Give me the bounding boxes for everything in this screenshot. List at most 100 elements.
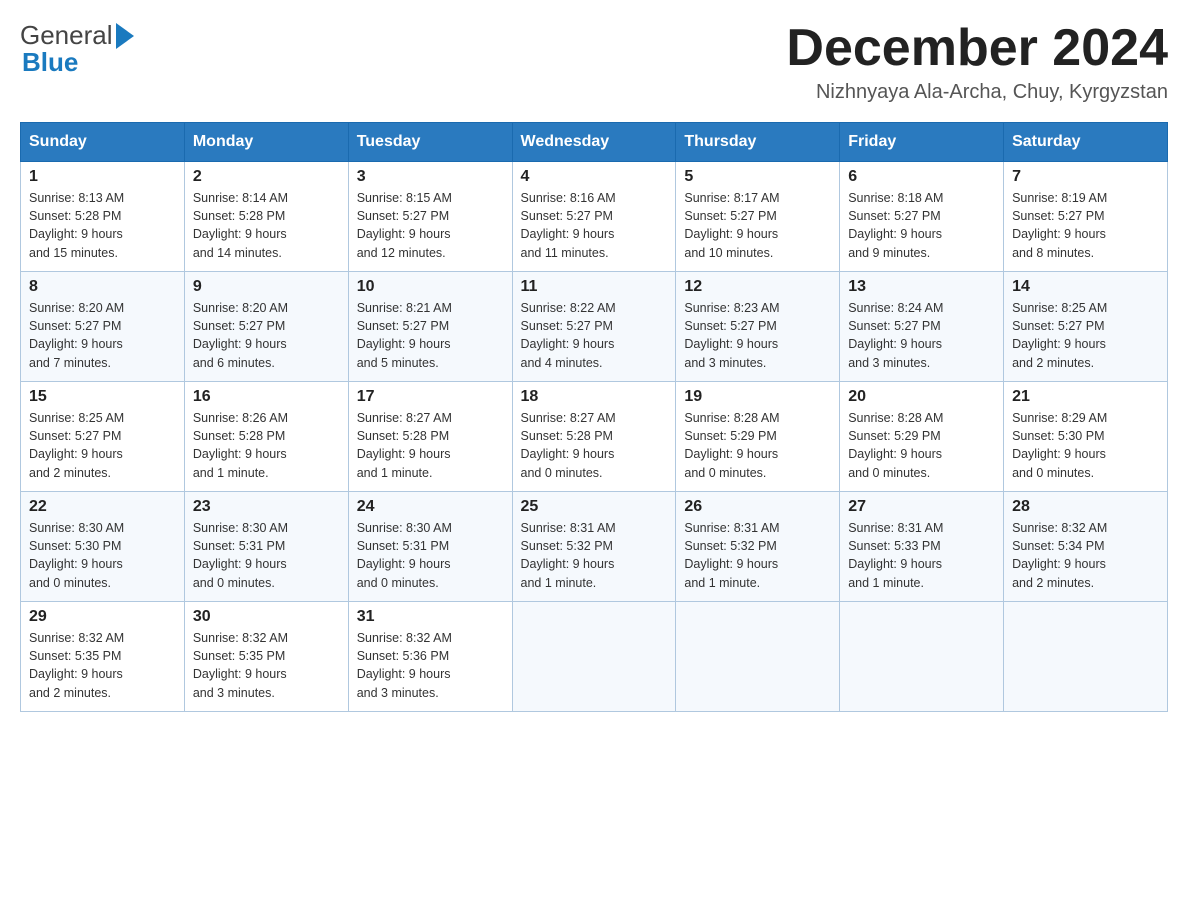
day-info: Sunrise: 8:31 AMSunset: 5:33 PMDaylight:… xyxy=(848,519,995,592)
calendar-cell xyxy=(1004,602,1168,712)
calendar-cell: 11 Sunrise: 8:22 AMSunset: 5:27 PMDayligh… xyxy=(512,272,676,382)
day-number: 14 xyxy=(1012,278,1159,296)
day-info: Sunrise: 8:15 AMSunset: 5:27 PMDaylight:… xyxy=(357,189,504,262)
day-info: Sunrise: 8:31 AMSunset: 5:32 PMDaylight:… xyxy=(684,519,831,592)
day-number: 25 xyxy=(521,498,668,516)
day-number: 5 xyxy=(684,168,831,186)
logo-blue-text: Blue xyxy=(22,47,78,78)
calendar-week-row: 15 Sunrise: 8:25 AMSunset: 5:27 PMDayligh… xyxy=(21,382,1168,492)
calendar-cell: 4 Sunrise: 8:16 AMSunset: 5:27 PMDaylight… xyxy=(512,162,676,272)
day-info: Sunrise: 8:21 AMSunset: 5:27 PMDaylight:… xyxy=(357,299,504,372)
calendar-cell: 28 Sunrise: 8:32 AMSunset: 5:34 PMDayligh… xyxy=(1004,492,1168,602)
calendar-cell: 22Sunrise: 8:30 AMSunset: 5:30 PMDayligh… xyxy=(21,492,185,602)
calendar-cell: 14 Sunrise: 8:25 AMSunset: 5:27 PMDayligh… xyxy=(1004,272,1168,382)
day-number: 6 xyxy=(848,168,995,186)
day-number: 28 xyxy=(1012,498,1159,516)
calendar-week-row: 1 Sunrise: 8:13 AMSunset: 5:28 PMDaylight… xyxy=(21,162,1168,272)
day-number: 21 xyxy=(1012,388,1159,406)
day-info: Sunrise: 8:14 AMSunset: 5:28 PMDaylight:… xyxy=(193,189,340,262)
day-info: Sunrise: 8:16 AMSunset: 5:27 PMDaylight:… xyxy=(521,189,668,262)
header-friday: Friday xyxy=(840,123,1004,162)
calendar-cell: 6 Sunrise: 8:18 AMSunset: 5:27 PMDaylight… xyxy=(840,162,1004,272)
day-info: Sunrise: 8:26 AMSunset: 5:28 PMDaylight:… xyxy=(193,409,340,482)
day-info: Sunrise: 8:28 AMSunset: 5:29 PMDaylight:… xyxy=(684,409,831,482)
day-info: Sunrise: 8:28 AMSunset: 5:29 PMDaylight:… xyxy=(848,409,995,482)
day-number: 26 xyxy=(684,498,831,516)
day-number: 7 xyxy=(1012,168,1159,186)
day-number: 24 xyxy=(357,498,504,516)
day-info: Sunrise: 8:25 AMSunset: 5:27 PMDaylight:… xyxy=(29,409,176,482)
calendar-cell: 7 Sunrise: 8:19 AMSunset: 5:27 PMDaylight… xyxy=(1004,162,1168,272)
day-number: 13 xyxy=(848,278,995,296)
calendar-cell: 8 Sunrise: 8:20 AMSunset: 5:27 PMDaylight… xyxy=(21,272,185,382)
calendar-week-row: 29 Sunrise: 8:32 AMSunset: 5:35 PMDayligh… xyxy=(21,602,1168,712)
calendar-cell: 31 Sunrise: 8:32 AMSunset: 5:36 PMDayligh… xyxy=(348,602,512,712)
day-info: Sunrise: 8:25 AMSunset: 5:27 PMDaylight:… xyxy=(1012,299,1159,372)
calendar-cell xyxy=(676,602,840,712)
day-number: 11 xyxy=(521,278,668,296)
day-info: Sunrise: 8:17 AMSunset: 5:27 PMDaylight:… xyxy=(684,189,831,262)
header-sunday: Sunday xyxy=(21,123,185,162)
calendar-cell: 15 Sunrise: 8:25 AMSunset: 5:27 PMDayligh… xyxy=(21,382,185,492)
calendar-cell: 2 Sunrise: 8:14 AMSunset: 5:28 PMDaylight… xyxy=(184,162,348,272)
day-info: Sunrise: 8:29 AMSunset: 5:30 PMDaylight:… xyxy=(1012,409,1159,482)
day-number: 15 xyxy=(29,388,176,406)
day-number: 3 xyxy=(357,168,504,186)
header-tuesday: Tuesday xyxy=(348,123,512,162)
calendar-cell: 5 Sunrise: 8:17 AMSunset: 5:27 PMDaylight… xyxy=(676,162,840,272)
day-number: 20 xyxy=(848,388,995,406)
day-info: Sunrise: 8:30 AMSunset: 5:30 PMDaylight:… xyxy=(29,519,176,592)
calendar-cell: 10 Sunrise: 8:21 AMSunset: 5:27 PMDayligh… xyxy=(348,272,512,382)
day-number: 12 xyxy=(684,278,831,296)
day-info: Sunrise: 8:22 AMSunset: 5:27 PMDaylight:… xyxy=(521,299,668,372)
day-number: 29 xyxy=(29,608,176,626)
location-text: Nizhnyaya Ala-Archa, Chuy, Kyrgyzstan xyxy=(786,81,1168,104)
day-info: Sunrise: 8:23 AMSunset: 5:27 PMDaylight:… xyxy=(684,299,831,372)
day-number: 16 xyxy=(193,388,340,406)
calendar-cell: 19 Sunrise: 8:28 AMSunset: 5:29 PMDayligh… xyxy=(676,382,840,492)
calendar-cell xyxy=(840,602,1004,712)
day-number: 8 xyxy=(29,278,176,296)
day-info: Sunrise: 8:32 AMSunset: 5:35 PMDaylight:… xyxy=(193,629,340,702)
calendar-cell: 16 Sunrise: 8:26 AMSunset: 5:28 PMDayligh… xyxy=(184,382,348,492)
header-thursday: Thursday xyxy=(676,123,840,162)
day-info: Sunrise: 8:18 AMSunset: 5:27 PMDaylight:… xyxy=(848,189,995,262)
calendar-cell: 1 Sunrise: 8:13 AMSunset: 5:28 PMDaylight… xyxy=(21,162,185,272)
day-info: Sunrise: 8:19 AMSunset: 5:27 PMDaylight:… xyxy=(1012,189,1159,262)
day-info: Sunrise: 8:30 AMSunset: 5:31 PMDaylight:… xyxy=(193,519,340,592)
day-number: 4 xyxy=(521,168,668,186)
day-number: 2 xyxy=(193,168,340,186)
day-info: Sunrise: 8:13 AMSunset: 5:28 PMDaylight:… xyxy=(29,189,176,262)
header-saturday: Saturday xyxy=(1004,123,1168,162)
day-number: 31 xyxy=(357,608,504,626)
day-info: Sunrise: 8:20 AMSunset: 5:27 PMDaylight:… xyxy=(29,299,176,372)
day-number: 19 xyxy=(684,388,831,406)
calendar-cell: 3 Sunrise: 8:15 AMSunset: 5:27 PMDaylight… xyxy=(348,162,512,272)
title-area: December 2024 Nizhnyaya Ala-Archa, Chuy,… xyxy=(786,20,1168,104)
day-info: Sunrise: 8:20 AMSunset: 5:27 PMDaylight:… xyxy=(193,299,340,372)
day-number: 1 xyxy=(29,168,176,186)
day-info: Sunrise: 8:31 AMSunset: 5:32 PMDaylight:… xyxy=(521,519,668,592)
day-number: 18 xyxy=(521,388,668,406)
day-number: 27 xyxy=(848,498,995,516)
day-info: Sunrise: 8:32 AMSunset: 5:34 PMDaylight:… xyxy=(1012,519,1159,592)
day-number: 30 xyxy=(193,608,340,626)
calendar-cell: 20 Sunrise: 8:28 AMSunset: 5:29 PMDayligh… xyxy=(840,382,1004,492)
day-info: Sunrise: 8:24 AMSunset: 5:27 PMDaylight:… xyxy=(848,299,995,372)
day-info: Sunrise: 8:32 AMSunset: 5:36 PMDaylight:… xyxy=(357,629,504,702)
logo: General Blue xyxy=(20,20,134,78)
day-number: 17 xyxy=(357,388,504,406)
day-info: Sunrise: 8:32 AMSunset: 5:35 PMDaylight:… xyxy=(29,629,176,702)
day-number: 10 xyxy=(357,278,504,296)
calendar-week-row: 8 Sunrise: 8:20 AMSunset: 5:27 PMDaylight… xyxy=(21,272,1168,382)
calendar-cell: 9 Sunrise: 8:20 AMSunset: 5:27 PMDaylight… xyxy=(184,272,348,382)
header-monday: Monday xyxy=(184,123,348,162)
calendar-cell xyxy=(512,602,676,712)
day-number: 23 xyxy=(193,498,340,516)
calendar-cell: 13 Sunrise: 8:24 AMSunset: 5:27 PMDayligh… xyxy=(840,272,1004,382)
calendar-cell: 27 Sunrise: 8:31 AMSunset: 5:33 PMDayligh… xyxy=(840,492,1004,602)
calendar-cell: 23 Sunrise: 8:30 AMSunset: 5:31 PMDayligh… xyxy=(184,492,348,602)
calendar-cell: 18Sunrise: 8:27 AMSunset: 5:28 PMDayligh… xyxy=(512,382,676,492)
day-number: 9 xyxy=(193,278,340,296)
calendar-cell: 21 Sunrise: 8:29 AMSunset: 5:30 PMDayligh… xyxy=(1004,382,1168,492)
